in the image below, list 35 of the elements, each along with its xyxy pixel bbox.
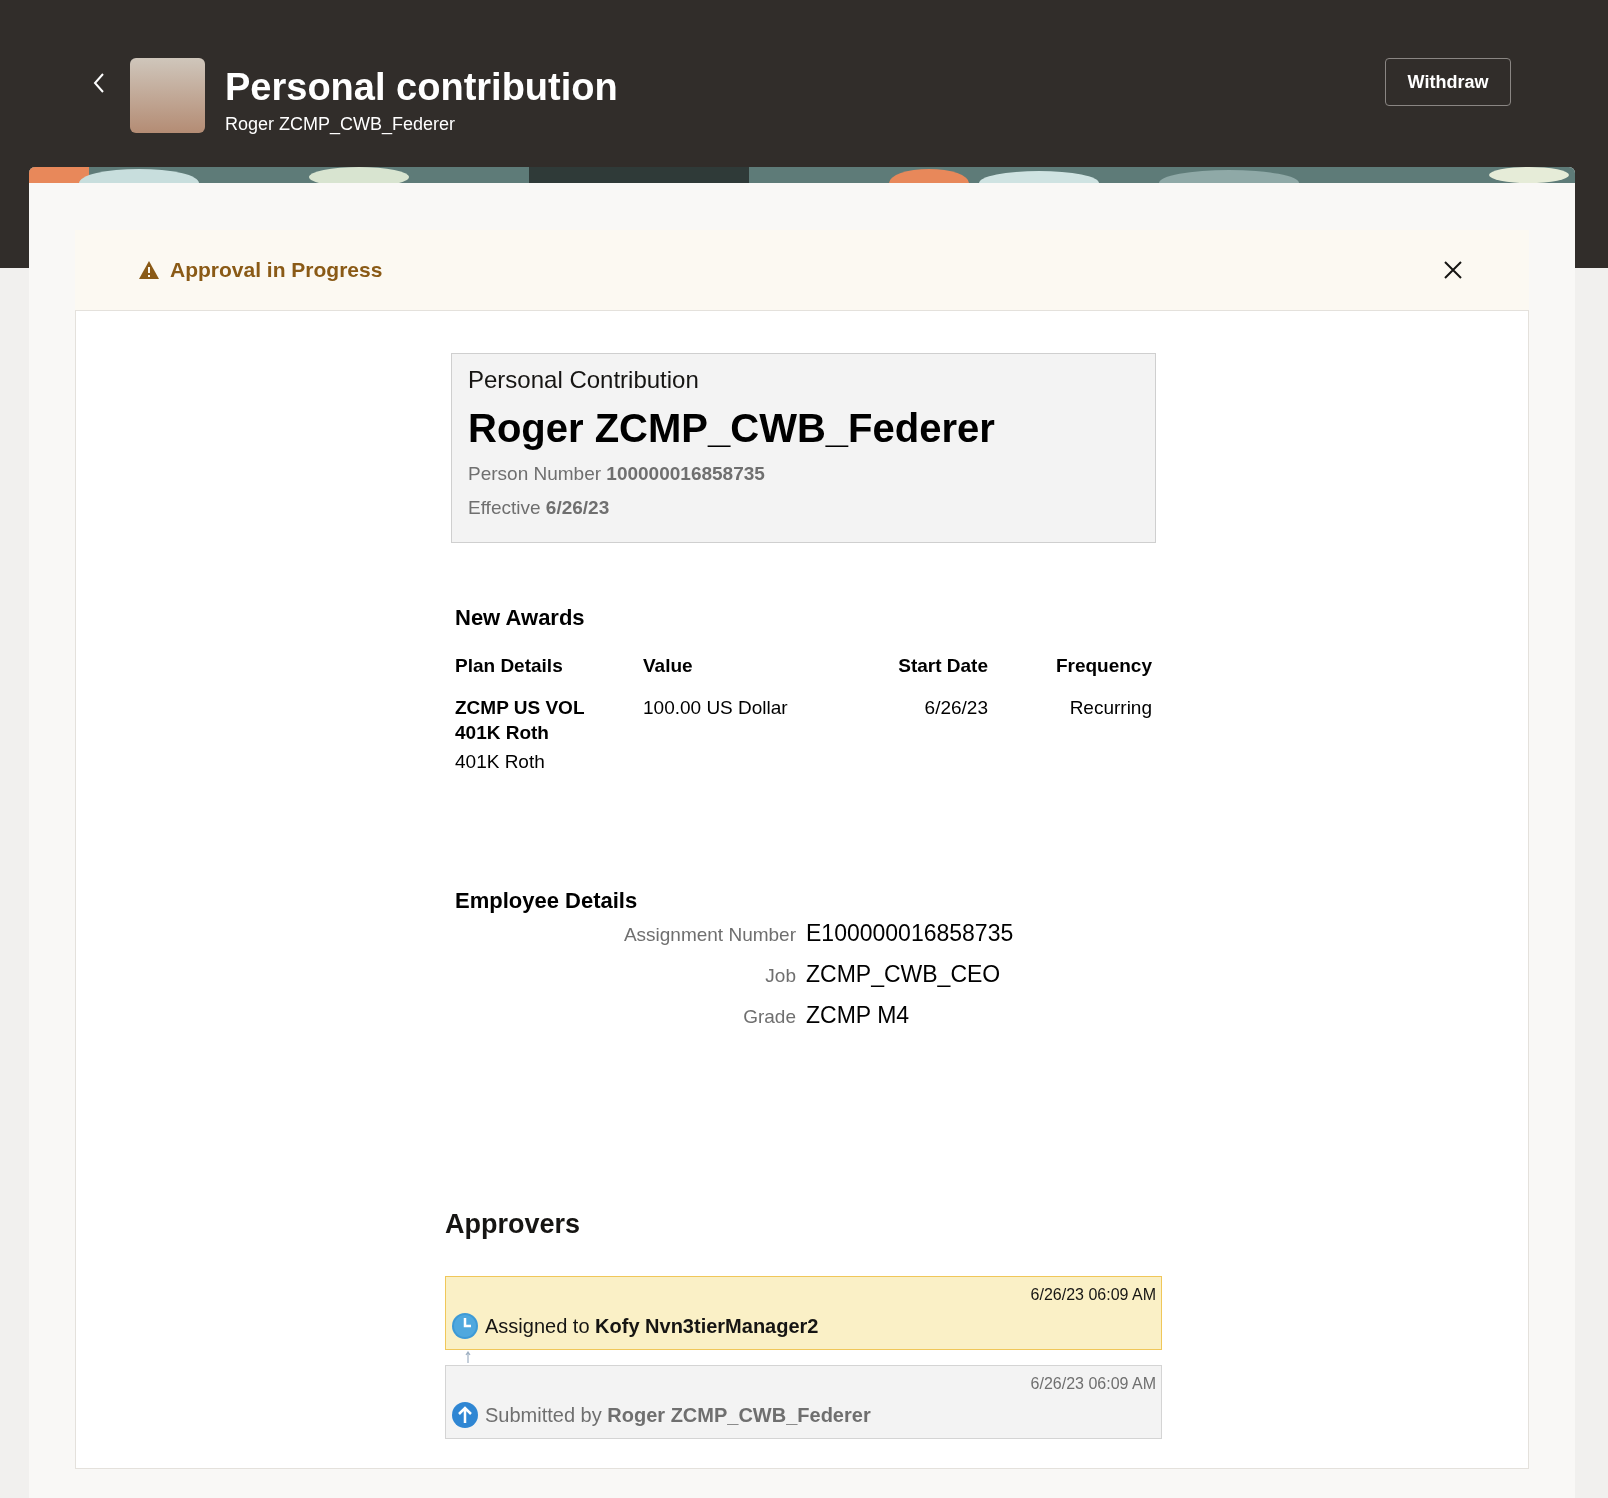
alert-message: Approval in Progress [170,258,383,282]
summary-heading: Personal Contribution [468,366,700,394]
field-label: Grade [742,1006,796,1028]
section-title: New Awards [455,605,586,631]
field-label: Job [764,965,796,987]
timestamp: 6/26/23 06:09 AM [1029,1374,1156,1393]
timestamp: 6/26/23 06:09 AM [1029,1285,1156,1304]
clock-icon [451,1312,479,1340]
summary-line: Effective 6/26/23 [468,497,611,519]
column-header: Value [643,655,694,677]
employee-name: Roger ZCMP_CWB_Federer [468,406,996,451]
start-date-cell: 6/26/23 [924,697,988,718]
summary-line: Person Number 100000016858735 [468,463,766,485]
column-header: Frequency [1054,655,1152,677]
field-value: ZCMP M4 [806,1002,911,1029]
page-subtitle: Roger ZCMP_CWB_Federer [225,114,457,135]
plan-name: ZCMP US VOL 401K Roth [455,696,586,745]
section-title: Approvers [445,1209,582,1240]
page-title: Personal contribution [225,65,618,110]
close-icon[interactable] [1443,260,1463,280]
field-label: Assignment Number [622,924,796,946]
back-icon[interactable] [92,72,106,94]
column-header: Start Date [897,655,988,677]
withdraw-button[interactable]: Withdraw [1385,58,1511,106]
approver-text: Assigned to Kofy Nvn3tierManager2 [485,1314,819,1338]
section-title: Employee Details [455,888,639,914]
connector-arrow-icon [465,1351,471,1363]
field-value: ZCMP_CWB_CEO [806,961,1002,988]
frequency-cell: Recurring [1069,697,1152,718]
column-header: Plan Details [455,655,564,677]
value-cell: 100.00 US Dollar [643,697,788,718]
field-value: E100000016858735 [806,920,1015,947]
approver-text: Submitted by Roger ZCMP_CWB_Federer [485,1403,871,1427]
warning-icon [138,260,160,280]
plan-type: 401K Roth [455,750,546,774]
